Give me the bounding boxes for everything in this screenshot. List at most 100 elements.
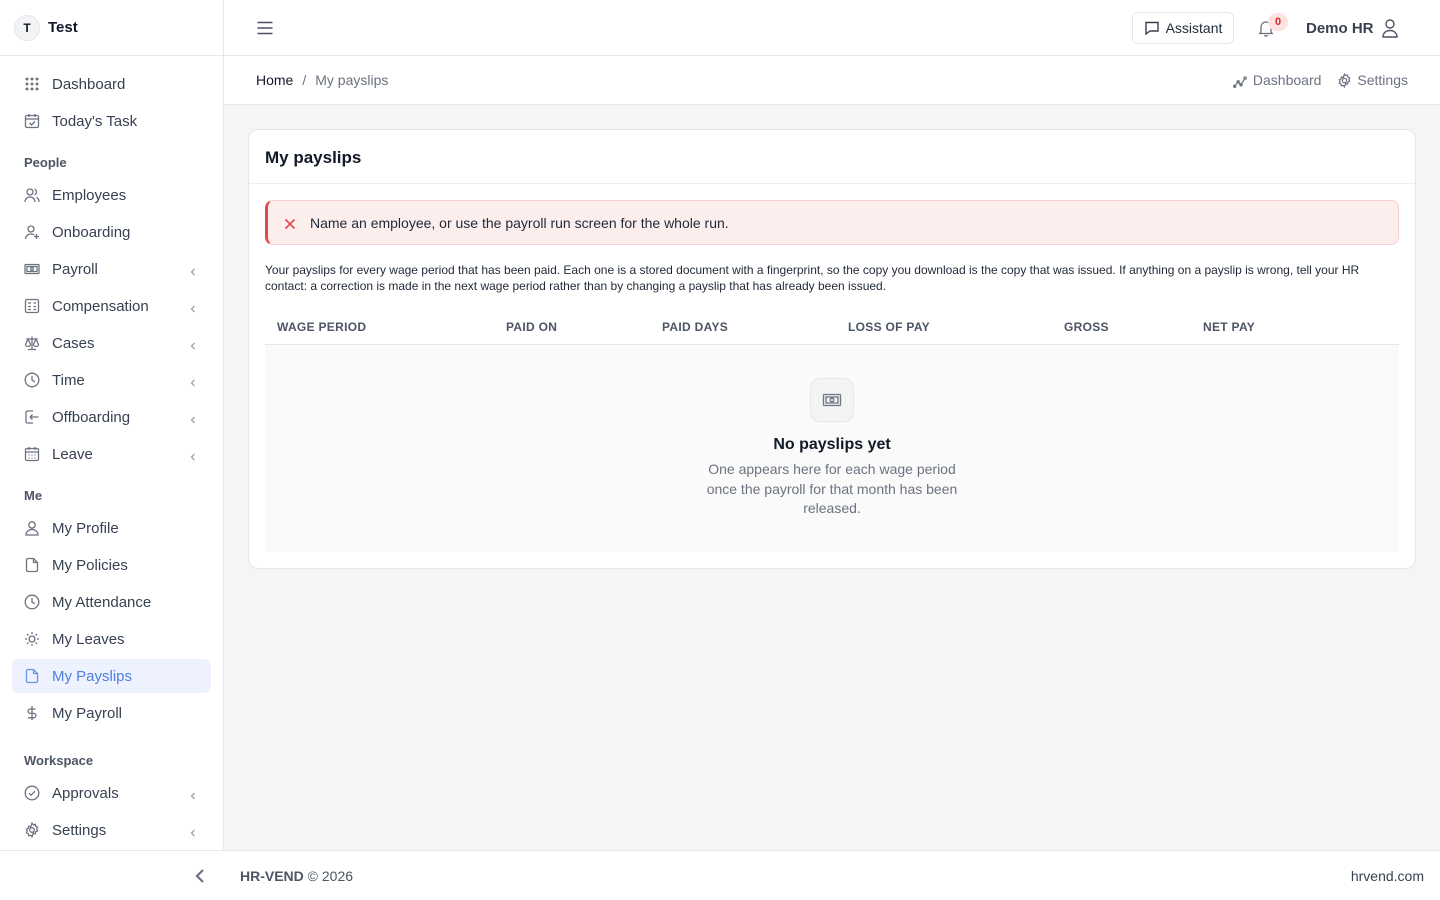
user-name[interactable]: Demo HR bbox=[1306, 20, 1374, 37]
empty-state-title: No payslips yet bbox=[773, 436, 891, 453]
sidebar-item-time[interactable]: Time bbox=[12, 363, 211, 397]
dashboard-link[interactable]: Dashboard bbox=[1232, 72, 1322, 88]
scale-icon bbox=[24, 335, 40, 351]
sidebar-item-onboarding[interactable]: Onboarding bbox=[12, 215, 211, 249]
chevron-left-icon bbox=[189, 825, 197, 837]
brand[interactable]: T Test bbox=[0, 0, 223, 56]
copyright: HR-VEND © 2026 bbox=[240, 868, 353, 884]
section-label-people: People bbox=[24, 155, 67, 170]
column-header-paid-on[interactable]: PAID ON bbox=[506, 320, 557, 334]
sidebar-item-label: My Payslips bbox=[52, 667, 133, 685]
sidebar-item-label: Payroll bbox=[52, 260, 98, 278]
calendar-check-icon bbox=[24, 113, 40, 129]
section-label-workspace: Workspace bbox=[24, 753, 94, 768]
sidebar-item-label: Time bbox=[52, 371, 85, 389]
user-icon[interactable] bbox=[1381, 18, 1399, 38]
footer: HR-VEND © 2026 hrvend.com bbox=[0, 850, 1440, 900]
column-header-wage-period[interactable]: WAGE PERIOD bbox=[277, 320, 366, 334]
grid-icon bbox=[24, 76, 40, 92]
copyright-year: © 2026 bbox=[307, 868, 354, 884]
menu-icon[interactable] bbox=[256, 19, 274, 37]
sidebar-item-cases[interactable]: Cases bbox=[12, 326, 211, 360]
users-icon bbox=[24, 187, 40, 203]
payslips-card: My payslips Name an employee, or use the… bbox=[248, 129, 1416, 569]
sidebar-item-label: My Profile bbox=[52, 519, 119, 537]
column-header-gross[interactable]: GROSS bbox=[1064, 320, 1109, 334]
assistant-button[interactable]: Assistant bbox=[1132, 12, 1234, 44]
sidebar-item-dashboard[interactable]: Dashboard bbox=[12, 67, 211, 101]
notification-badge: 0 bbox=[1268, 13, 1288, 31]
sidebar-item-my-payslips[interactable]: My Payslips bbox=[12, 659, 211, 693]
breadcrumb-bar: Home / My payslips Dashboard Settings bbox=[224, 56, 1440, 105]
brand-name: Test bbox=[48, 19, 78, 36]
sun-icon bbox=[24, 631, 40, 647]
breadcrumb-separator: / bbox=[302, 72, 307, 88]
settings-link-label: Settings bbox=[1357, 72, 1408, 88]
topbar: Assistant 0 Demo HR bbox=[224, 0, 1440, 56]
sidebar-item-settings[interactable]: Settings bbox=[12, 813, 211, 847]
clock-icon bbox=[24, 372, 40, 388]
banknote-icon bbox=[24, 261, 40, 277]
site-link[interactable]: hrvend.com bbox=[1351, 868, 1424, 884]
chevron-left-icon bbox=[189, 338, 197, 350]
sidebar-item-label: Settings bbox=[52, 821, 107, 839]
sidebar-item-employees[interactable]: Employees bbox=[12, 178, 211, 212]
sidebar-item-compensation[interactable]: Compensation bbox=[12, 289, 211, 323]
sidebar-item-label: Dashboard bbox=[52, 75, 126, 93]
chevron-left-icon bbox=[189, 375, 197, 387]
user-icon bbox=[24, 520, 40, 536]
column-header-loss-of-pay[interactable]: LOSS OF PAY bbox=[848, 320, 930, 334]
card-header: My payslips bbox=[249, 130, 1415, 184]
sidebar-item-label: Today's Task bbox=[52, 112, 138, 130]
check-circle-icon bbox=[24, 785, 40, 801]
close-icon bbox=[284, 217, 296, 229]
settings-link[interactable]: Settings bbox=[1337, 72, 1408, 88]
sidebar-item-my-profile[interactable]: My Profile bbox=[12, 511, 211, 545]
sidebar-item-label: Cases bbox=[52, 334, 95, 352]
chevron-left-icon bbox=[189, 264, 197, 276]
sidebar-item-my-payroll[interactable]: My Payroll bbox=[12, 696, 211, 730]
page-title: My payslips bbox=[265, 148, 362, 167]
sidebar-item-leave[interactable]: Leave bbox=[12, 437, 211, 471]
chevron-left-icon bbox=[189, 449, 197, 461]
sidebar-item-my-leaves[interactable]: My Leaves bbox=[12, 622, 211, 656]
sidebar-item-label: Onboarding bbox=[52, 223, 131, 241]
breadcrumb-home[interactable]: Home bbox=[256, 72, 293, 88]
chevron-left-icon bbox=[189, 301, 197, 313]
message-square-icon bbox=[1144, 21, 1159, 36]
dashboard-link-label: Dashboard bbox=[1252, 72, 1322, 88]
sidebar-item-label: Leave bbox=[52, 445, 93, 463]
brand-avatar: T bbox=[14, 14, 40, 41]
column-header-paid-days[interactable]: PAID DAYS bbox=[662, 320, 728, 334]
column-header-net-pay[interactable]: NET PAY bbox=[1203, 320, 1255, 334]
chevron-left-icon[interactable] bbox=[192, 867, 208, 885]
sidebar-item-todays-task[interactable]: Today's Task bbox=[12, 104, 211, 138]
footer-brand: HR-VEND bbox=[240, 868, 304, 884]
sidebar-item-label: Offboarding bbox=[52, 408, 131, 426]
sidebar-item-label: Approvals bbox=[52, 784, 119, 802]
calendar-icon bbox=[24, 446, 40, 462]
sidebar-item-payroll[interactable]: Payroll bbox=[12, 252, 211, 286]
gear-icon bbox=[1338, 72, 1351, 88]
section-label-me: Me bbox=[24, 488, 43, 503]
calculator-icon bbox=[24, 298, 40, 314]
sidebar: T Test Dashboard Today's Task People Emp… bbox=[0, 0, 224, 850]
sidebar-item-offboarding[interactable]: Offboarding bbox=[12, 400, 211, 434]
quick-links: Dashboard Settings bbox=[1217, 72, 1408, 88]
breadcrumb-current: My payslips bbox=[315, 72, 389, 88]
sidebar-item-label: My Attendance bbox=[52, 593, 152, 611]
alert-message: Name an employee, or use the payroll run… bbox=[310, 214, 729, 231]
error-alert: Name an employee, or use the payroll run… bbox=[265, 200, 1399, 245]
clock-icon bbox=[24, 594, 40, 610]
sidebar-item-approvals[interactable]: Approvals bbox=[12, 776, 211, 810]
chevron-left-icon bbox=[189, 412, 197, 424]
log-out-icon bbox=[24, 409, 40, 425]
intro-text: Your payslips for every wage period that… bbox=[265, 263, 1360, 293]
sidebar-item-label: My Payroll bbox=[52, 704, 123, 722]
sidebar-item-label: Compensation bbox=[52, 297, 149, 315]
sidebar-item-my-policies[interactable]: My Policies bbox=[12, 548, 211, 582]
sidebar-item-my-attendance[interactable]: My Attendance bbox=[12, 585, 211, 619]
dollar-icon bbox=[24, 705, 40, 721]
chevron-left-icon bbox=[189, 788, 197, 800]
user-plus-icon bbox=[24, 224, 40, 240]
